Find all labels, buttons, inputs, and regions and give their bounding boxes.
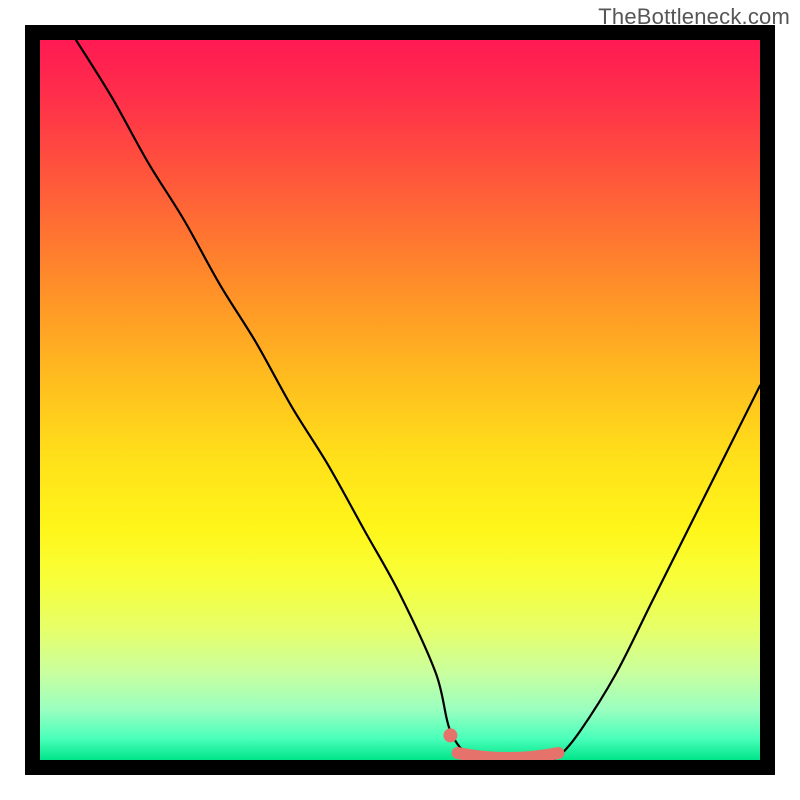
bottleneck-curve xyxy=(76,40,760,760)
curve-layer xyxy=(40,40,760,760)
chart-container: TheBottleneck.com xyxy=(0,0,800,800)
watermark-text: TheBottleneck.com xyxy=(598,4,790,30)
marker-dot xyxy=(443,728,457,742)
optimal-range-highlight xyxy=(458,753,559,758)
plot-frame xyxy=(25,25,775,775)
